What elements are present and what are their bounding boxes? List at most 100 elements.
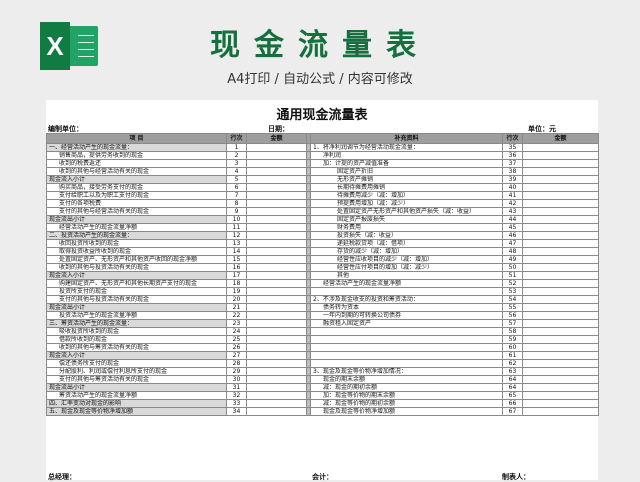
left-row-number: 21 — [226, 303, 247, 312]
right-amount-cell[interactable] — [522, 159, 599, 168]
left-amount-cell[interactable] — [246, 223, 307, 232]
table-row: 一、经营活动产生的现金流量： 1 1、将净利润调节为经营活动现金流量： 35 — [46, 143, 599, 152]
left-amount-cell[interactable] — [246, 303, 307, 312]
right-amount-cell[interactable] — [522, 303, 599, 312]
right-item-label — [310, 327, 503, 336]
left-amount-cell[interactable] — [246, 319, 307, 328]
left-amount-cell[interactable] — [246, 327, 307, 336]
left-amount-cell[interactable] — [246, 255, 307, 264]
left-amount-cell[interactable] — [246, 271, 307, 280]
left-amount-cell[interactable] — [246, 367, 307, 376]
right-amount-cell[interactable] — [522, 247, 599, 256]
right-amount-cell[interactable] — [522, 327, 599, 336]
left-amount-cell[interactable] — [246, 199, 307, 208]
header-amount: 金额 — [246, 133, 307, 144]
left-amount-cell[interactable] — [246, 383, 307, 392]
right-amount-cell[interactable] — [522, 223, 599, 232]
table-row: 现金流入小计 5 无形资产摊销 39 — [46, 175, 599, 184]
right-row-number: 36 — [502, 151, 523, 160]
table-row: 五、现金及现金等价物净增加额 34 现金及现金等价物净增加额 67 — [46, 407, 599, 416]
right-row-number: 59 — [502, 335, 523, 344]
right-amount-cell[interactable] — [522, 407, 599, 416]
right-row-number: 40 — [502, 183, 523, 192]
table-row: 支付的其他与筹资活动有关的现金 30 现金的期末余额 64 — [46, 375, 599, 384]
right-amount-cell[interactable] — [522, 151, 599, 160]
left-amount-cell[interactable] — [246, 343, 307, 352]
right-amount-cell[interactable] — [522, 215, 599, 224]
left-item-label: 支付的其他与经营活动有关的现金 — [46, 207, 227, 216]
left-amount-cell[interactable] — [246, 175, 307, 184]
left-amount-cell[interactable] — [246, 263, 307, 272]
right-amount-cell[interactable] — [522, 375, 599, 384]
table-row: 现金流入小计 17 其他 51 — [46, 271, 599, 280]
right-item-label: 经营活动产生的现金流量净额 — [310, 279, 503, 288]
left-amount-cell[interactable] — [246, 359, 307, 368]
right-row-number: 56 — [502, 311, 523, 320]
left-amount-cell[interactable] — [246, 191, 307, 200]
left-amount-cell[interactable] — [246, 183, 307, 192]
right-amount-cell[interactable] — [522, 335, 599, 344]
left-row-number: 14 — [226, 247, 247, 256]
right-amount-cell[interactable] — [522, 255, 599, 264]
right-item-label: 一年内到期的可转换公司债券 — [310, 311, 503, 320]
left-row-number: 5 — [226, 175, 247, 184]
footer-manager: 总经理： — [48, 473, 76, 481]
left-row-number: 3 — [226, 159, 247, 168]
left-amount-cell[interactable] — [246, 215, 307, 224]
left-amount-cell[interactable] — [246, 311, 307, 320]
left-item-label: 处置固定资产、无形资产和其他资产收回的现金净额 — [46, 255, 227, 264]
left-row-number: 13 — [226, 239, 247, 248]
footer-accountant: 会计： — [312, 473, 333, 481]
right-item-label: 3、现金及现金等价物净增加情况： — [310, 367, 503, 376]
left-amount-cell[interactable] — [246, 159, 307, 168]
right-item-label — [310, 351, 503, 360]
left-amount-cell[interactable] — [246, 207, 307, 216]
left-amount-cell[interactable] — [246, 351, 307, 360]
right-amount-cell[interactable] — [522, 175, 599, 184]
right-amount-cell[interactable] — [522, 383, 599, 392]
left-item-label: 投资活动产生的现金流量净额 — [46, 311, 227, 320]
right-item-label: 无形资产摊销 — [310, 175, 503, 184]
left-amount-cell[interactable] — [246, 247, 307, 256]
left-amount-cell[interactable] — [246, 375, 307, 384]
left-amount-cell[interactable] — [246, 151, 307, 160]
left-item-label: 借款所收到的现金 — [46, 335, 227, 344]
left-amount-cell[interactable] — [246, 295, 307, 304]
right-amount-cell[interactable] — [522, 271, 599, 280]
right-amount-cell[interactable] — [522, 319, 599, 328]
right-row-number: 38 — [502, 167, 523, 176]
left-amount-cell[interactable] — [246, 399, 307, 408]
left-amount-cell[interactable] — [246, 231, 307, 240]
left-amount-cell[interactable] — [246, 287, 307, 296]
right-amount-cell[interactable] — [522, 351, 599, 360]
right-amount-cell[interactable] — [522, 279, 599, 288]
left-amount-cell[interactable] — [246, 143, 307, 152]
right-amount-cell[interactable] — [522, 359, 599, 368]
left-amount-cell[interactable] — [246, 167, 307, 176]
right-amount-cell[interactable] — [522, 207, 599, 216]
right-amount-cell[interactable] — [522, 191, 599, 200]
left-row-number: 9 — [226, 207, 247, 216]
right-amount-cell[interactable] — [522, 183, 599, 192]
right-amount-cell[interactable] — [522, 199, 599, 208]
left-amount-cell[interactable] — [246, 279, 307, 288]
right-amount-cell[interactable] — [522, 263, 599, 272]
right-amount-cell[interactable] — [522, 367, 599, 376]
right-amount-cell[interactable] — [522, 143, 599, 152]
table-row: 借款所收到的现金 25 59 — [46, 335, 599, 344]
right-amount-cell[interactable] — [522, 399, 599, 408]
left-amount-cell[interactable] — [246, 407, 307, 416]
table-row: 二、投资活动产生的现金流量： 12 投资损失（减：收益） 46 — [46, 231, 599, 240]
left-amount-cell[interactable] — [246, 239, 307, 248]
right-amount-cell[interactable] — [522, 167, 599, 176]
right-amount-cell[interactable] — [522, 391, 599, 400]
right-amount-cell[interactable] — [522, 287, 599, 296]
right-amount-cell[interactable] — [522, 343, 599, 352]
left-amount-cell[interactable] — [246, 391, 307, 400]
right-amount-cell[interactable] — [522, 311, 599, 320]
right-amount-cell[interactable] — [522, 231, 599, 240]
right-amount-cell[interactable] — [522, 239, 599, 248]
left-amount-cell[interactable] — [246, 335, 307, 344]
right-amount-cell[interactable] — [522, 295, 599, 304]
left-item-label: 筹资活动产生的现金流量净额 — [46, 391, 227, 400]
